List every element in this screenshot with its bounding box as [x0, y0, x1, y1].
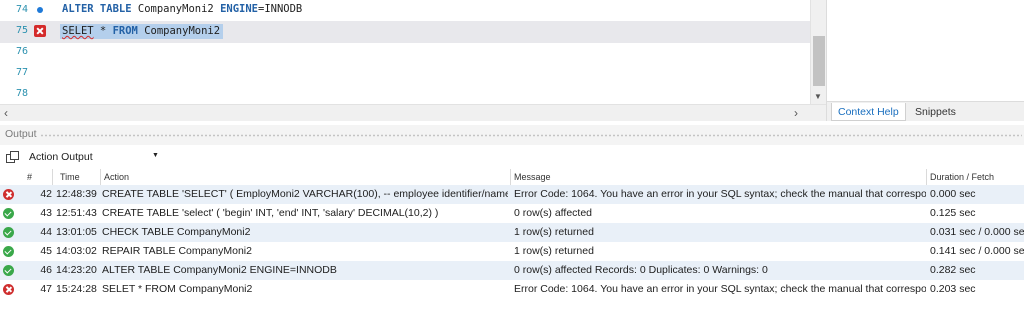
row-duration: 0.141 sec / 0.000 sec — [930, 245, 1024, 257]
column-header-message[interactable]: Message — [514, 172, 926, 182]
row-time: 14:23:20 — [56, 264, 97, 276]
row-number: 44 — [40, 226, 52, 238]
output-type-value: Action Output — [29, 151, 93, 163]
line-number: 76 — [15, 46, 28, 57]
column-header-duration[interactable]: Duration / Fetch — [930, 172, 1024, 182]
scroll-left-icon[interactable]: ‹ — [4, 106, 8, 120]
success-status-icon — [3, 227, 14, 238]
row-action: REPAIR TABLE CompanyMoni2 — [102, 245, 252, 257]
output-type-select[interactable]: Action Output ▼ — [26, 149, 162, 166]
row-time: 12:48:39 — [56, 188, 97, 200]
status-cell — [3, 207, 17, 219]
copy-icon[interactable] — [6, 151, 20, 164]
table-row[interactable]: 46 14:23:20 ALTER TABLE CompanyMoni2 ENG… — [0, 261, 1024, 280]
table-row[interactable]: 42 12:48:39 CREATE TABLE 'SELECT' ( Empl… — [0, 185, 1024, 204]
scroll-thumb[interactable] — [813, 36, 825, 86]
horizontal-scrollbar[interactable]: ‹ › — [0, 104, 826, 121]
row-message: Error Code: 1064. You have an error in y… — [514, 188, 926, 200]
editor-line[interactable]: 74 ALTER TABLE CompanyMoni2 ENGINE=INNOD… — [0, 0, 810, 22]
table-header: # Time Action Message Duration / Fetch — [0, 169, 1024, 185]
code-text-selected[interactable]: SELET * FROM CompanyMoni2 — [60, 24, 224, 39]
row-duration: 0.203 sec — [930, 283, 976, 295]
line-number: 75 — [15, 25, 28, 36]
row-number: 45 — [40, 245, 52, 257]
output-title: Output — [5, 128, 41, 140]
row-time: 15:24:28 — [56, 283, 97, 295]
editor-line[interactable]: 76 — [0, 42, 810, 64]
status-cell — [3, 245, 17, 257]
success-status-icon — [3, 208, 14, 219]
row-time: 13:01:05 — [56, 226, 97, 238]
line-number: 78 — [15, 88, 28, 99]
row-number: 47 — [40, 283, 52, 295]
code-text[interactable]: ALTER TABLE CompanyMoni2 ENGINE=INNODB — [62, 3, 302, 15]
success-status-icon — [3, 246, 14, 257]
error-marker-icon[interactable] — [34, 25, 46, 37]
column-header-time[interactable]: Time — [60, 172, 104, 182]
line-number: 74 — [15, 4, 28, 15]
row-duration: 0.000 sec — [930, 188, 976, 200]
editor-line-current[interactable]: 75 SELET * FROM CompanyMoni2 — [0, 21, 810, 43]
tab-snippets[interactable]: Snippets — [909, 103, 962, 121]
output-toolbar: Action Output ▼ — [0, 145, 1024, 169]
side-panel: Context Help Snippets — [826, 0, 1024, 121]
row-duration: 0.125 sec — [930, 207, 976, 219]
row-duration: 0.282 sec — [930, 264, 976, 276]
row-action: SELET * FROM CompanyMoni2 — [102, 283, 253, 295]
status-cell — [3, 264, 17, 276]
success-status-icon — [3, 265, 14, 276]
status-cell — [3, 283, 17, 295]
table-row[interactable]: 47 15:24:28 SELET * FROM CompanyMoni2 Er… — [0, 280, 1024, 299]
scroll-down-icon[interactable]: ▼ — [814, 92, 822, 101]
row-message: Error Code: 1064. You have an error in y… — [514, 283, 926, 295]
table-row[interactable]: 44 13:01:05 CHECK TABLE CompanyMoni2 1 r… — [0, 223, 1024, 242]
status-cell — [3, 188, 17, 200]
editor-line[interactable]: 77 — [0, 63, 810, 85]
chevron-down-icon: ▼ — [152, 152, 159, 159]
column-header-number[interactable]: # — [22, 172, 52, 182]
sql-editor[interactable]: 74 ALTER TABLE CompanyMoni2 ENGINE=INNOD… — [0, 0, 826, 104]
row-number: 46 — [40, 264, 52, 276]
status-cell — [3, 226, 17, 238]
editor-line[interactable]: 78 — [0, 84, 810, 104]
column-header-action[interactable]: Action — [104, 172, 510, 182]
row-number: 42 — [40, 188, 52, 200]
row-action: CHECK TABLE CompanyMoni2 — [102, 226, 251, 238]
table-row[interactable]: 43 12:51:43 CREATE TABLE 'select' ( 'beg… — [0, 204, 1024, 223]
table-row[interactable]: 45 14:03:02 REPAIR TABLE CompanyMoni2 1 … — [0, 242, 1024, 261]
row-message: 1 row(s) returned — [514, 226, 594, 238]
row-action: CREATE TABLE 'select' ( 'begin' INT, 'en… — [102, 207, 439, 219]
error-status-icon — [3, 284, 14, 295]
row-duration: 0.031 sec / 0.000 sec — [930, 226, 1024, 238]
row-action: CREATE TABLE 'SELECT' ( EmployMoni2 VARC… — [102, 188, 508, 200]
row-message: 1 row(s) returned — [514, 245, 594, 257]
row-number: 43 — [40, 207, 52, 219]
statement-dot-icon — [34, 4, 46, 16]
row-message: 0 row(s) affected Records: 0 Duplicates:… — [514, 264, 768, 276]
line-number: 77 — [15, 67, 28, 78]
tab-context-help[interactable]: Context Help — [831, 103, 906, 121]
vertical-scrollbar[interactable]: ▼ — [810, 0, 826, 104]
panel-grip[interactable] — [40, 134, 1022, 137]
row-time: 12:51:43 — [56, 207, 97, 219]
error-status-icon — [3, 189, 14, 200]
output-panel-header: Output — [0, 125, 1024, 145]
row-time: 14:03:02 — [56, 245, 97, 257]
scroll-right-icon[interactable]: › — [794, 106, 798, 120]
side-panel-tabs: Context Help Snippets — [827, 101, 1024, 121]
row-message: 0 row(s) affected — [514, 207, 593, 219]
row-action: ALTER TABLE CompanyMoni2 ENGINE=INNODB — [102, 264, 337, 276]
action-output-table: # Time Action Message Duration / Fetch 4… — [0, 169, 1024, 299]
